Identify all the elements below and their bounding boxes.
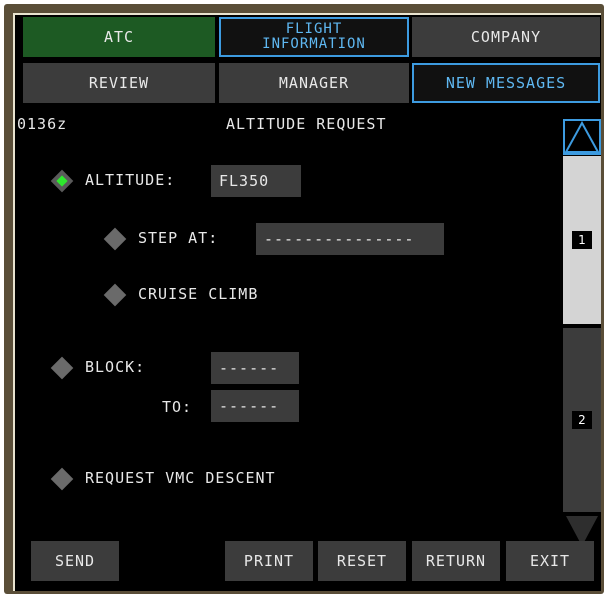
block-label: BLOCK: — [85, 358, 146, 376]
altitude-label: ALTITUDE: — [85, 171, 176, 189]
vmc-descent-label: REQUEST VMC DESCENT — [85, 469, 276, 487]
exit-button[interactable]: EXIT — [506, 541, 594, 581]
page-title: ALTITUDE REQUEST — [226, 115, 387, 133]
print-button[interactable]: PRINT — [225, 541, 313, 581]
vmc-descent-radio[interactable] — [50, 467, 74, 491]
altitude-radio[interactable] — [50, 169, 74, 193]
tab-review[interactable]: REVIEW — [23, 63, 215, 103]
altitude-field[interactable]: FL350 — [211, 165, 301, 197]
tab-company[interactable]: COMPANY — [412, 17, 600, 57]
step-at-field[interactable]: --------------- — [256, 223, 444, 255]
step-at-label: STEP AT: — [138, 229, 219, 247]
reset-button[interactable]: RESET — [318, 541, 406, 581]
to-label: TO: — [162, 398, 193, 416]
tab-atc[interactable]: ATC — [23, 17, 215, 57]
block-radio[interactable] — [50, 356, 74, 380]
cpdlc-screen: ATC FLIGHT INFORMATION COMPANY REVIEW MA… — [13, 13, 601, 591]
tab-manager[interactable]: MANAGER — [219, 63, 409, 103]
triangle-up-icon[interactable] — [563, 119, 601, 155]
return-button[interactable]: RETURN — [412, 541, 500, 581]
block-to-field[interactable]: ------ — [211, 390, 299, 422]
send-button[interactable]: SEND — [31, 541, 119, 581]
step-at-radio[interactable] — [103, 227, 127, 251]
block-from-field[interactable]: ------ — [211, 352, 299, 384]
cruise-climb-label: CRUISE CLIMB — [138, 285, 259, 303]
page-1-button[interactable]: 1 — [563, 156, 601, 324]
page-2-button[interactable]: 2 — [563, 328, 601, 512]
cruise-climb-radio[interactable] — [103, 283, 127, 307]
tab-new-messages[interactable]: NEW MESSAGES — [412, 63, 600, 103]
page-2-number: 2 — [572, 411, 592, 429]
tab-flight-information[interactable]: FLIGHT INFORMATION — [219, 17, 409, 57]
page-1-number: 1 — [572, 231, 592, 249]
message-time: 0136z — [17, 115, 68, 133]
